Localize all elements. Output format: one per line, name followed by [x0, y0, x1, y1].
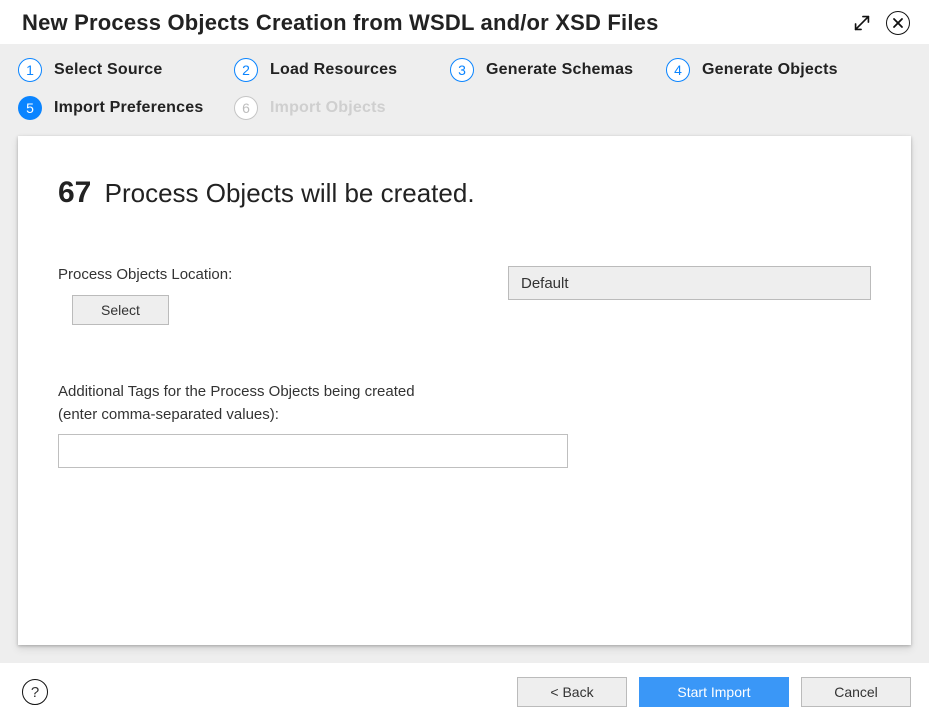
step-label: Import Preferences [54, 99, 203, 117]
tags-section: Additional Tags for the Process Objects … [58, 381, 871, 468]
close-icon[interactable] [885, 10, 911, 36]
tags-label-line2: (enter comma-separated values): [58, 404, 871, 427]
wizard-body: 1 Select Source 2 Load Resources 3 Gener… [0, 44, 929, 663]
tags-input[interactable] [58, 434, 568, 468]
step-label: Select Source [54, 61, 162, 79]
expand-icon[interactable] [849, 10, 875, 36]
help-icon[interactable]: ? [22, 679, 48, 705]
location-label: Process Objects Location: [58, 266, 478, 283]
step-label: Generate Objects [702, 61, 838, 79]
step-select-source[interactable]: 1 Select Source [18, 58, 228, 82]
step-number: 2 [234, 58, 258, 82]
step-label: Import Objects [270, 99, 386, 117]
step-import-objects: 6 Import Objects [234, 96, 444, 120]
select-location-button[interactable]: Select [72, 295, 169, 325]
step-number: 5 [18, 96, 42, 120]
step-number: 3 [450, 58, 474, 82]
step-number: 1 [18, 58, 42, 82]
object-count: 67 [58, 176, 91, 209]
wizard-steps: 1 Select Source 2 Load Resources 3 Gener… [18, 58, 911, 120]
step-load-resources[interactable]: 2 Load Resources [234, 58, 444, 82]
step-label: Generate Schemas [486, 61, 633, 79]
location-value: Default [508, 266, 871, 300]
step-number: 6 [234, 96, 258, 120]
headline: 67 Process Objects will be created. [58, 176, 871, 210]
start-import-button[interactable]: Start Import [639, 677, 789, 707]
dialog-title: New Process Objects Creation from WSDL a… [22, 10, 659, 36]
step-generate-objects[interactable]: 4 Generate Objects [666, 58, 876, 82]
cancel-button[interactable]: Cancel [801, 677, 911, 707]
step-generate-schemas[interactable]: 3 Generate Schemas [450, 58, 660, 82]
headline-text: Process Objects will be created. [105, 178, 475, 208]
location-row: Process Objects Location: Select Default [58, 266, 871, 325]
tags-label-line1: Additional Tags for the Process Objects … [58, 381, 871, 404]
step-number: 4 [666, 58, 690, 82]
content-panel: 67 Process Objects will be created. Proc… [18, 136, 911, 645]
titlebar: New Process Objects Creation from WSDL a… [0, 0, 929, 44]
step-label: Load Resources [270, 61, 397, 79]
step-import-preferences[interactable]: 5 Import Preferences [18, 96, 228, 120]
back-button[interactable]: < Back [517, 677, 627, 707]
dialog-footer: ? < Back Start Import Cancel [0, 663, 929, 721]
titlebar-actions [849, 10, 911, 36]
wizard-dialog: New Process Objects Creation from WSDL a… [0, 0, 929, 721]
